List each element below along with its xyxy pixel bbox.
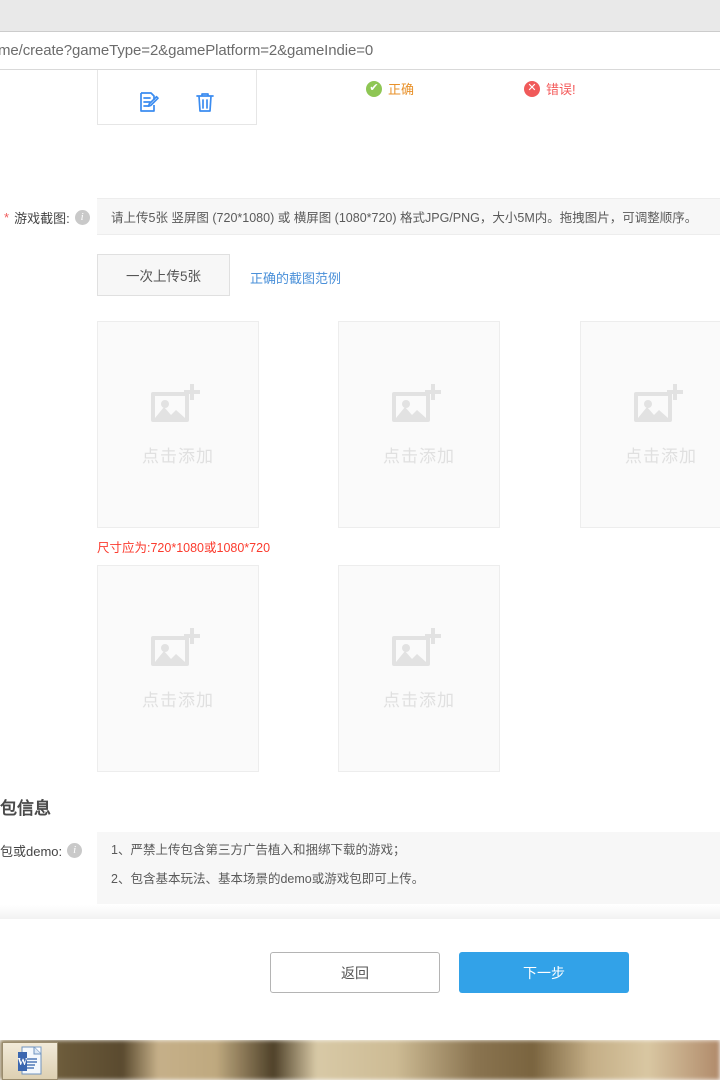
add-image-icon bbox=[632, 382, 690, 430]
sample-screenshots-label: 正确的截图范例 bbox=[250, 271, 341, 286]
add-image-icon bbox=[390, 626, 448, 674]
add-image-icon bbox=[390, 382, 448, 430]
screenshot-slot-1-label: 点击添加 bbox=[142, 442, 214, 467]
sample-screenshots-link[interactable]: 正确的截图范例 bbox=[250, 268, 341, 287]
trash-icon[interactable] bbox=[193, 90, 217, 114]
screenshot-slot-2-label: 点击添加 bbox=[383, 442, 455, 467]
package-tip-1: 1、严禁上传包含第三方广告植入和捆绑下载的游戏； bbox=[111, 844, 706, 857]
screenshot-slot-5[interactable]: 点击添加 bbox=[338, 565, 500, 772]
package-label-text: 包或demo: bbox=[0, 841, 62, 860]
status-error: ✕ 错误! bbox=[524, 79, 576, 98]
os-taskbar[interactable]: W bbox=[0, 1040, 720, 1080]
screenshots-tip-text: 请上传5张 竖屏图 (720*1080) 或 横屏图 (1080*720) 格式… bbox=[111, 207, 697, 226]
info-icon[interactable]: i bbox=[67, 843, 82, 858]
screen: me/create?gameType=2&gamePlatform=2&game… bbox=[0, 0, 720, 1080]
url-text[interactable]: me/create?gameType=2&gamePlatform=2&game… bbox=[0, 42, 373, 59]
package-tip-2: 2、包含基本玩法、基本场景的demo或游戏包即可上传。 bbox=[111, 873, 706, 886]
package-label: 包或demo: i bbox=[0, 841, 82, 860]
microsoft-word-icon: W bbox=[17, 1046, 43, 1076]
browser-address-bar[interactable]: me/create?gameType=2&gamePlatform=2&game… bbox=[0, 32, 720, 70]
upload-five-label: 一次上传5张 bbox=[126, 265, 201, 285]
next-step-label: 下一步 bbox=[523, 963, 565, 983]
screenshot-slot-1[interactable]: 点击添加 bbox=[97, 321, 259, 528]
footer-actions: 返回 下一步 bbox=[0, 919, 720, 1020]
upload-five-button[interactable]: 一次上传5张 bbox=[97, 254, 230, 296]
taskbar-word-button[interactable]: W bbox=[2, 1042, 58, 1080]
required-star: * bbox=[4, 210, 9, 225]
browser-tab-strip[interactable] bbox=[0, 0, 720, 32]
footer-gradient-band bbox=[0, 905, 720, 919]
x-circle-icon: ✕ bbox=[524, 81, 540, 97]
page-content: ✔ 正确 ✕ 错误! * 游戏截图: i 请上传5张 竖屏图 (720*1080… bbox=[0, 70, 720, 1020]
svg-text:W: W bbox=[18, 1057, 28, 1068]
status-correct-label: 正确 bbox=[388, 79, 414, 98]
screenshots-tip-bar: 请上传5张 竖屏图 (720*1080) 或 横屏图 (1080*720) 格式… bbox=[97, 198, 720, 235]
info-icon[interactable]: i bbox=[75, 210, 90, 225]
screenshot-size-error: 尺寸应为:720*1080或1080*720 bbox=[97, 537, 270, 556]
add-image-icon bbox=[149, 626, 207, 674]
screenshot-slot-2[interactable]: 点击添加 bbox=[338, 321, 500, 528]
taskbar-wallpaper bbox=[0, 1040, 720, 1080]
screenshot-slot-4[interactable]: 点击添加 bbox=[97, 565, 259, 772]
package-tip-block: 1、严禁上传包含第三方广告植入和捆绑下载的游戏； 2、包含基本玩法、基本场景的d… bbox=[97, 832, 720, 904]
screenshots-label: * 游戏截图: i bbox=[4, 208, 90, 227]
screenshot-size-error-text: 尺寸应为:720*1080或1080*720 bbox=[97, 541, 270, 555]
check-circle-icon: ✔ bbox=[366, 81, 382, 97]
back-button[interactable]: 返回 bbox=[270, 952, 440, 993]
screenshot-slot-3[interactable]: 点击添加 bbox=[580, 321, 720, 528]
screenshot-slot-4-label: 点击添加 bbox=[142, 686, 214, 711]
package-section-heading-text: 包信息 bbox=[0, 799, 51, 818]
status-correct: ✔ 正确 bbox=[366, 79, 414, 98]
next-step-button[interactable]: 下一步 bbox=[459, 952, 629, 993]
status-error-label: 错误! bbox=[546, 79, 576, 98]
screenshot-slot-3-label: 点击添加 bbox=[625, 442, 697, 467]
screenshots-label-text: 游戏截图: bbox=[14, 208, 70, 227]
row-action-cell bbox=[97, 70, 257, 125]
partial-table-row: ✔ 正确 ✕ 错误! bbox=[0, 70, 720, 128]
package-section-heading: 包信息 bbox=[0, 794, 51, 819]
screenshot-slot-5-label: 点击添加 bbox=[383, 686, 455, 711]
back-button-label: 返回 bbox=[341, 963, 369, 983]
edit-document-icon[interactable] bbox=[137, 90, 161, 114]
add-image-icon bbox=[149, 382, 207, 430]
